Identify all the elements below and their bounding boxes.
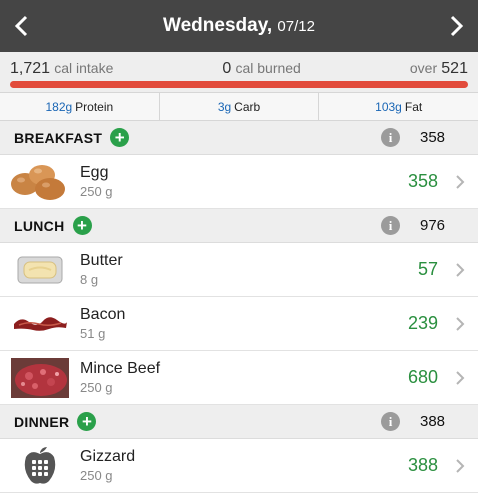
macro-carb[interactable]: 3g Carb (160, 93, 320, 120)
info-icon[interactable]: i (381, 128, 400, 147)
calorie-progress-bar (10, 81, 468, 88)
food-calories: 57 (417, 259, 438, 279)
food-amount: 250 g (80, 184, 113, 199)
date-text: 07/12 (277, 18, 315, 35)
meal-total: 976 (420, 217, 446, 234)
food-item-egg[interactable]: Egg 250 g 358 (0, 155, 478, 209)
burned-summary: 0 cal burned (222, 60, 300, 78)
over-value: 521 (441, 60, 468, 77)
over-summary: over 521 (410, 60, 468, 78)
food-amount: 8 g (80, 272, 99, 287)
macro-label: Fat (404, 99, 423, 114)
food-name: Gizzard (80, 448, 136, 465)
food-name: Bacon (80, 306, 126, 323)
chevron-right-icon (456, 370, 465, 385)
food-amount: 250 g (80, 468, 113, 483)
add-food-button[interactable]: + (77, 412, 97, 431)
calorie-summary: 1,721 cal intake 0 cal burned over 521 (0, 52, 478, 92)
chevron-right-icon (456, 174, 465, 189)
food-calories: 358 (407, 171, 438, 191)
previous-day-button[interactable] (8, 6, 36, 46)
next-day-button[interactable] (442, 6, 470, 46)
calculator-apple-icon (0, 439, 80, 493)
burned-label: cal burned (235, 60, 301, 76)
intake-label: cal intake (54, 60, 114, 76)
add-food-button[interactable]: + (72, 216, 92, 235)
food-calories: 239 (407, 313, 438, 333)
macro-value: 103g (375, 99, 402, 114)
info-icon[interactable]: i (381, 216, 400, 235)
intake-summary: 1,721 cal intake (10, 60, 113, 78)
food-amount: 51 g (80, 326, 106, 341)
chevron-right-icon (450, 15, 464, 37)
meal-name: LUNCH (14, 217, 65, 234)
food-name: Egg (80, 164, 109, 181)
page-title: Wednesday, 07/12 (163, 15, 315, 37)
butter-image (0, 243, 80, 297)
meal-total: 358 (420, 129, 446, 146)
intake-value: 1,721 (10, 60, 51, 77)
plus-icon: + (77, 216, 87, 235)
macro-value: 3g (217, 99, 232, 114)
info-icon[interactable]: i (381, 412, 400, 431)
plus-icon: + (82, 412, 92, 431)
macro-bar: 182g Protein 3g Carb 103g Fat (0, 92, 478, 121)
meal-header-breakfast: BREAKFAST + i 358 (0, 121, 478, 155)
food-item-butter[interactable]: Butter 8 g 57 (0, 243, 478, 297)
macro-label: Protein (75, 99, 114, 114)
plus-icon: + (114, 128, 125, 147)
food-item-mince-beef[interactable]: Mince Beef 250 g 680 (0, 351, 478, 405)
macro-protein[interactable]: 182g Protein (0, 93, 160, 120)
meal-total: 388 (420, 413, 446, 430)
meal-name: DINNER (14, 413, 70, 430)
macro-fat[interactable]: 103g Fat (319, 93, 478, 120)
food-name: Mince Beef (80, 360, 161, 377)
food-calories: 388 (407, 455, 438, 475)
macro-value: 182g (45, 99, 73, 114)
bacon-image (0, 297, 80, 351)
day-name: Wednesday, (163, 15, 273, 36)
food-name: Butter (80, 252, 123, 269)
food-item-bacon[interactable]: Bacon 51 g 239 (0, 297, 478, 351)
macro-label: Carb (234, 99, 261, 114)
top-bar: Wednesday, 07/12 (0, 0, 478, 52)
egg-image (0, 155, 80, 209)
add-food-button[interactable]: + (110, 128, 130, 147)
chevron-right-icon (456, 458, 465, 473)
chevron-right-icon (456, 316, 465, 331)
food-calories: 680 (407, 367, 438, 387)
mince-beef-image (0, 351, 80, 405)
over-label: over (409, 60, 438, 76)
food-amount: 250 g (80, 380, 113, 395)
meal-header-lunch: LUNCH + i 976 (0, 209, 478, 243)
chevron-right-icon (456, 262, 465, 277)
burned-value: 0 (222, 60, 232, 77)
food-item-gizzard[interactable]: Gizzard 250 g 388 (0, 439, 478, 493)
meal-name: BREAKFAST (14, 129, 103, 146)
meal-header-dinner: DINNER + i 388 (0, 405, 478, 439)
chevron-left-icon (14, 15, 28, 37)
